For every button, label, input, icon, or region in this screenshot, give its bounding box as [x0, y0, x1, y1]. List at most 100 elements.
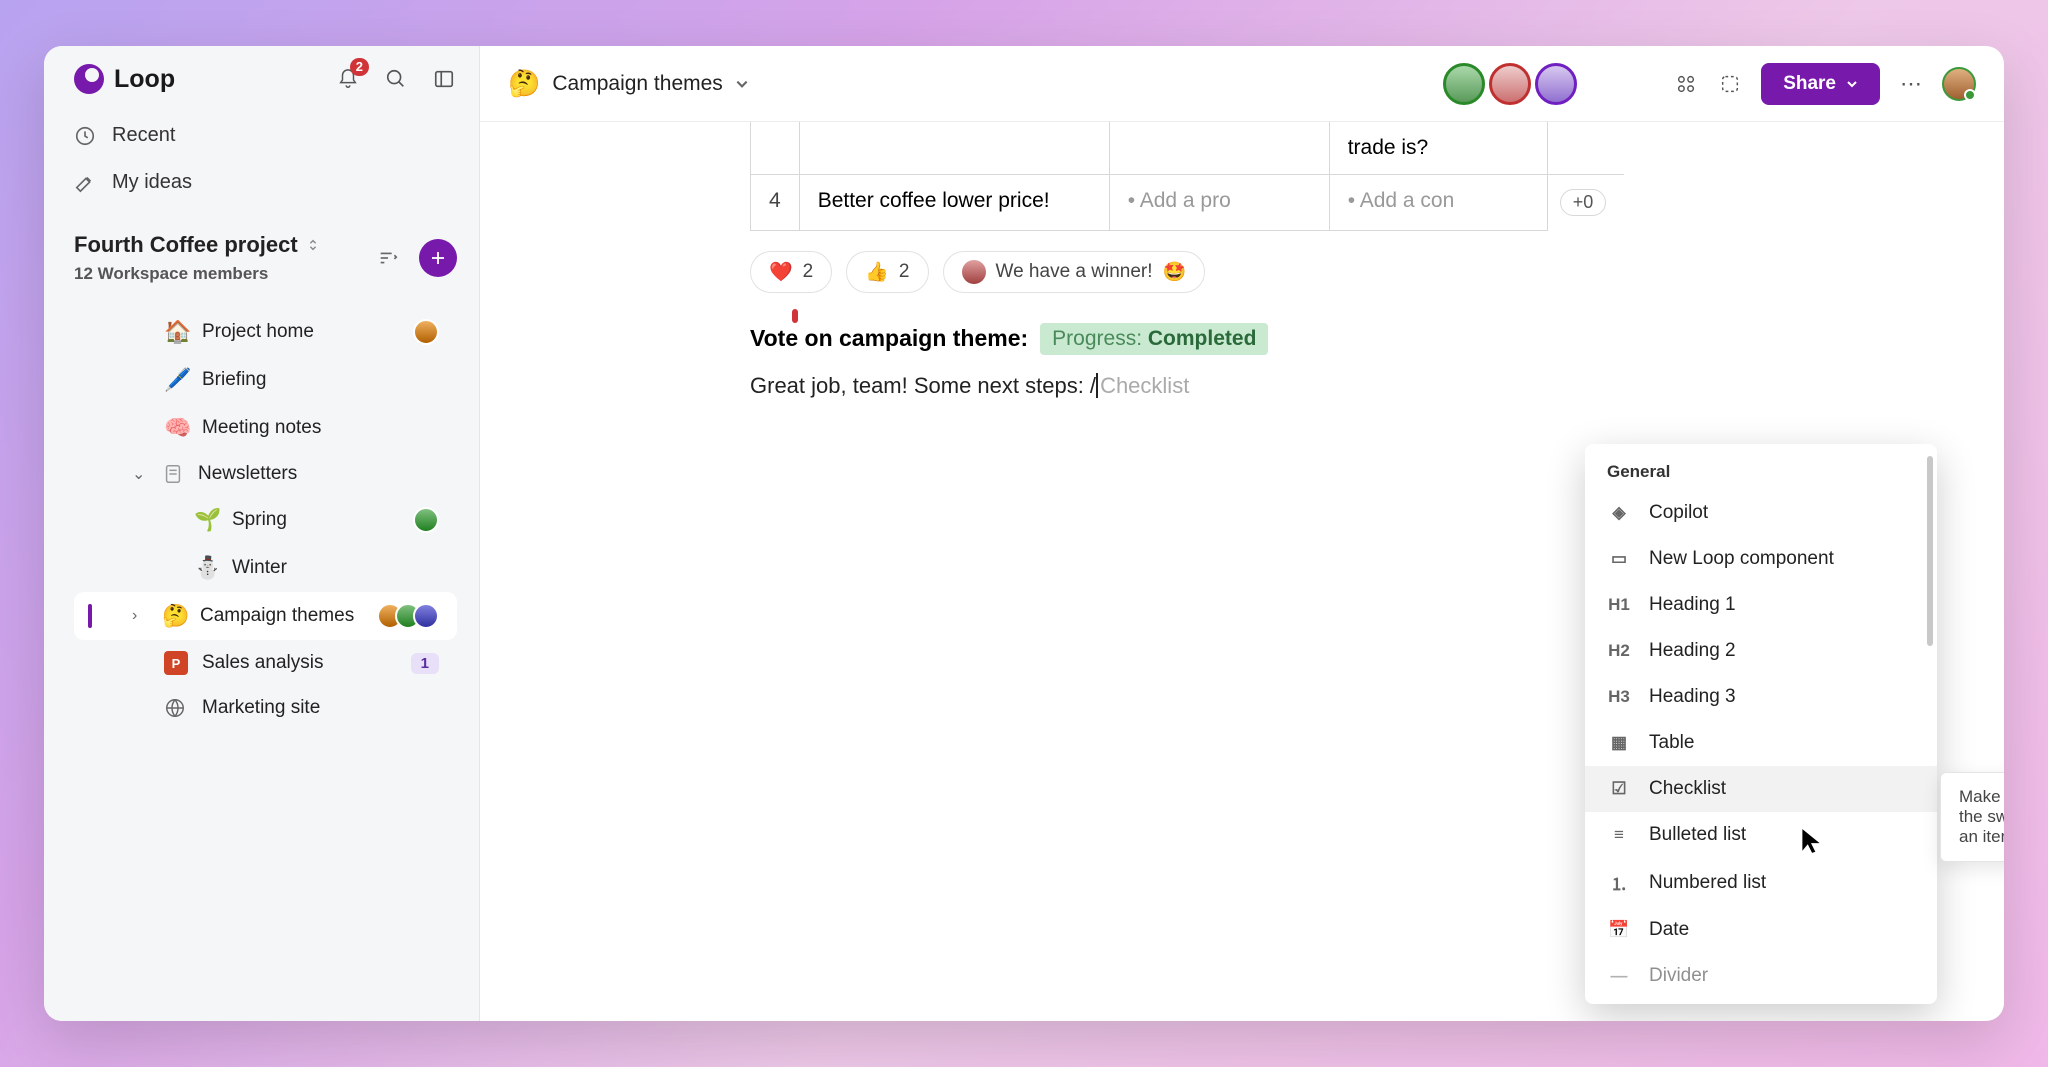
tree-item-sales-analysis[interactable]: P Sales analysis 1	[74, 640, 457, 686]
pen-icon	[74, 172, 96, 194]
tooltip: Make a list and check it twice. Feel the…	[1940, 772, 2004, 862]
loop-component-button[interactable]	[1717, 71, 1743, 97]
search-button[interactable]	[383, 66, 409, 92]
pros-cons-table: trade is? 4 Better coffee lower price! •…	[750, 122, 1624, 231]
calendar-icon: 📅	[1607, 920, 1631, 940]
loop-component-icon: ▭	[1607, 549, 1631, 569]
bulleted-list-icon: ≡	[1607, 825, 1631, 845]
snowman-icon: ⛄	[194, 555, 218, 581]
notifications-button[interactable]: 2	[335, 66, 361, 92]
avatar	[962, 260, 986, 284]
tree-item-marketing-site[interactable]: Marketing site	[74, 686, 457, 730]
presence-dot-icon	[1964, 89, 1976, 101]
menu-item-numbered-list[interactable]: ⒈Numbered list	[1585, 858, 1937, 907]
section-heading[interactable]: Vote on campaign theme: Progress: Comple…	[750, 323, 2004, 355]
app-window: Loop 2 Recent My ideas	[44, 46, 2004, 1021]
project-title[interactable]: Fourth Coffee project	[74, 232, 320, 258]
table-row: trade is?	[751, 122, 1625, 175]
numbered-list-icon: ⒈	[1607, 870, 1631, 895]
checklist-icon: ☑	[1607, 779, 1631, 799]
tree-item-winter[interactable]: ⛄ Winter	[74, 544, 457, 592]
document-canvas[interactable]: trade is? 4 Better coffee lower price! •…	[480, 122, 2004, 1021]
list-sort-icon	[377, 247, 399, 269]
app-logo[interactable]: Loop	[74, 64, 175, 94]
paragraph[interactable]: Great job, team! Some next steps: /Check…	[750, 373, 2004, 399]
nav-recent[interactable]: Recent	[44, 112, 479, 159]
thinking-face-icon: 🤔	[508, 68, 540, 99]
menu-item-table[interactable]: ▦Table	[1585, 720, 1937, 766]
table-icon: ▦	[1607, 733, 1631, 753]
tree-item-spring[interactable]: 🌱 Spring	[74, 496, 457, 544]
tree-item-campaign-themes[interactable]: › 🤔 Campaign themes	[74, 592, 457, 640]
copilot-icon: ◈	[1607, 503, 1631, 523]
scrollbar[interactable]	[1927, 456, 1933, 646]
slash-command-menu: General ◈Copilot ▭New Loop component H1H…	[1585, 444, 1937, 1004]
chevron-down-icon	[1846, 78, 1858, 90]
chevron-down-icon: ⌄	[132, 464, 150, 484]
idea-cell[interactable]: Better coffee lower price!	[799, 175, 1109, 231]
heart-icon: ❤️	[769, 260, 793, 284]
h2-icon: H2	[1607, 641, 1631, 661]
table-row[interactable]: 4 Better coffee lower price! • Add a pro…	[751, 175, 1625, 231]
menu-item-copilot[interactable]: ◈Copilot	[1585, 490, 1937, 536]
menu-item-h2[interactable]: H2Heading 2	[1585, 628, 1937, 674]
menu-item-bulleted-list[interactable]: ≡Bulleted list	[1585, 812, 1937, 858]
page-icon	[162, 463, 184, 485]
placeholder-text: Checklist	[1096, 373, 1189, 398]
page-tree: 🏠 Project home 🖊️ Briefing 🧠 Meeting not…	[74, 308, 457, 730]
collab-cursor-icon	[792, 309, 798, 323]
sort-icon	[306, 238, 320, 252]
vote-pill[interactable]: +0	[1560, 189, 1607, 216]
menu-item-divider[interactable]: —Divider	[1585, 953, 1937, 999]
menu-item-h3[interactable]: H3Heading 3	[1585, 674, 1937, 720]
more-button[interactable]: ⋯	[1898, 71, 1924, 97]
tree-item-meeting-notes[interactable]: 🧠 Meeting notes	[74, 404, 457, 452]
main-area: 🤔 Campaign themes Share ⋯	[480, 46, 2004, 1021]
tree-item-briefing[interactable]: 🖊️ Briefing	[74, 356, 457, 404]
house-icon: 🏠	[164, 319, 188, 345]
sort-button[interactable]	[375, 245, 401, 271]
avatar	[413, 507, 439, 533]
avatar	[413, 319, 439, 345]
reaction-thumbs-up[interactable]: 👍 2	[846, 251, 928, 293]
add-page-button[interactable]	[419, 239, 457, 277]
notification-badge: 2	[350, 58, 369, 76]
nav-my-ideas[interactable]: My ideas	[44, 159, 479, 206]
thinking-face-icon: 🤔	[162, 603, 186, 629]
reaction-heart[interactable]: ❤️ 2	[750, 251, 832, 293]
plus-icon	[429, 249, 447, 267]
share-button[interactable]: Share	[1761, 63, 1880, 105]
tree-item-project-home[interactable]: 🏠 Project home	[74, 308, 457, 356]
menu-item-h1[interactable]: H1Heading 1	[1585, 582, 1937, 628]
h3-icon: H3	[1607, 687, 1631, 707]
brain-icon: 🧠	[164, 415, 188, 441]
con-cell[interactable]: • Add a con	[1329, 175, 1547, 231]
user-avatar[interactable]	[1942, 67, 1976, 101]
pro-cell[interactable]: • Add a pro	[1109, 175, 1329, 231]
project-subtitle: 12 Workspace members	[74, 264, 320, 284]
keyboard-shortcuts-button[interactable]	[1673, 71, 1699, 97]
row-number: 4	[751, 175, 800, 231]
menu-item-date[interactable]: 📅Date	[1585, 907, 1937, 953]
h1-icon: H1	[1607, 595, 1631, 615]
reaction-winner[interactable]: We have a winner! 🤩	[943, 251, 1206, 293]
sidebar-icon	[433, 68, 455, 90]
document-title[interactable]: 🤔 Campaign themes	[508, 68, 749, 99]
tree-item-newsletters[interactable]: ⌄ Newsletters	[74, 452, 457, 496]
avatar	[1443, 63, 1485, 105]
menu-item-new-loop[interactable]: ▭New Loop component	[1585, 536, 1937, 582]
seedling-icon: 🌱	[194, 507, 218, 533]
sidebar: Loop 2 Recent My ideas	[44, 46, 480, 1021]
nav-recent-label: Recent	[112, 124, 175, 147]
menu-item-checklist[interactable]: ☑Checklist	[1585, 766, 1937, 812]
panel-toggle-button[interactable]	[431, 66, 457, 92]
status-badge[interactable]: Progress: Completed	[1040, 323, 1268, 355]
app-name: Loop	[114, 65, 175, 94]
avatar	[413, 603, 439, 629]
avatar	[1535, 63, 1577, 105]
pen-icon: 🖊️	[164, 367, 188, 393]
menu-section-header: General	[1585, 452, 1937, 490]
presence-avatars[interactable]	[1443, 63, 1577, 105]
command-icon	[1675, 73, 1697, 95]
nav-my-ideas-label: My ideas	[112, 171, 192, 194]
